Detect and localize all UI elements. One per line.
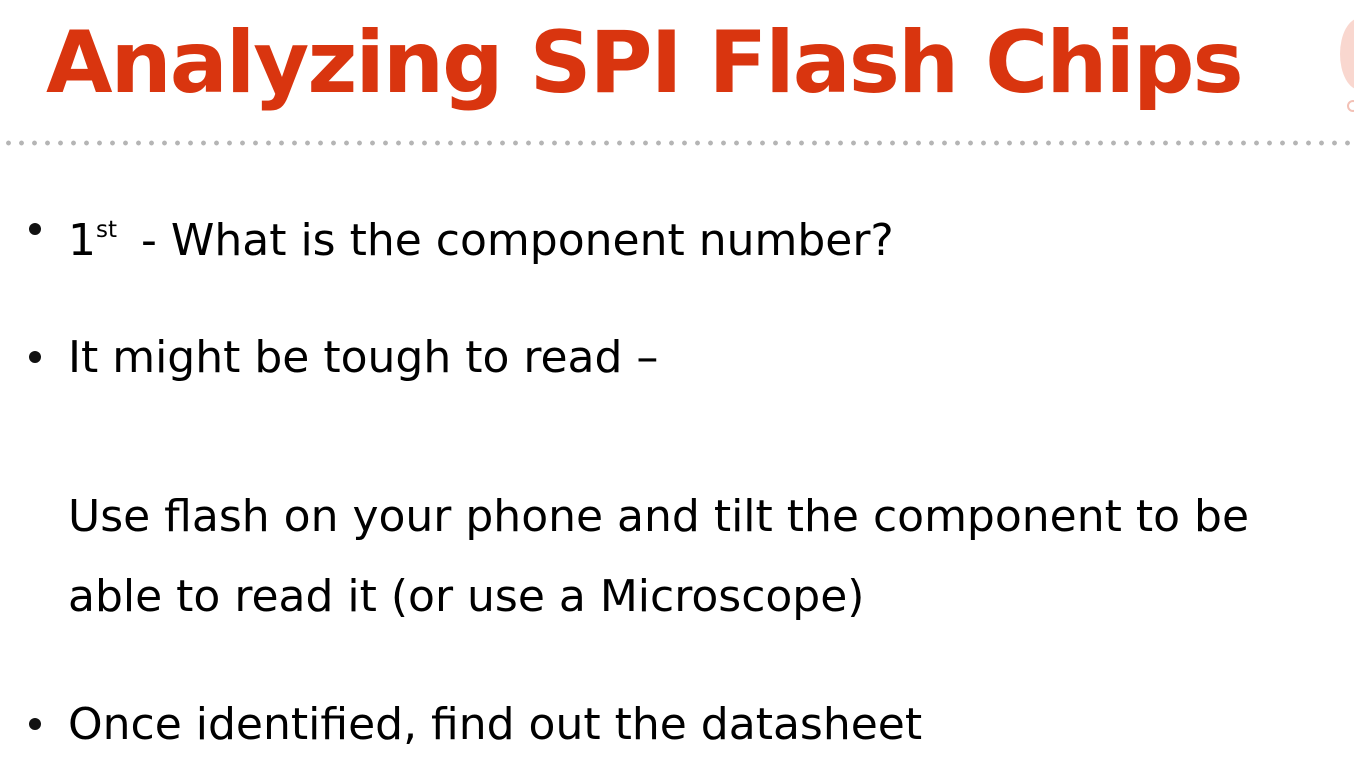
bullet-dot: [29, 223, 41, 235]
bullet-number: 1: [68, 215, 96, 266]
sub-paragraph-line-1: Use flash on your phone and tilt the com…: [68, 491, 1250, 542]
sub-paragraph-line-2: able to read it (or use a Microscope): [68, 571, 865, 622]
slide: Analyzing SPI Flash Chips 1st - What is …: [0, 0, 1354, 778]
bullet-text: 1st - What is the component number?: [68, 200, 894, 271]
corner-decoration-dot: [1347, 100, 1354, 112]
bullet-superscript: st: [96, 217, 118, 243]
corner-decoration: [1340, 18, 1354, 90]
bullet-dot: [29, 351, 41, 363]
slide-title: Analyzing SPI Flash Chips: [46, 13, 1244, 113]
bullet-text: It might be tough to read –: [68, 332, 659, 383]
bullet-body: - What is the component number?: [127, 215, 894, 266]
bullet-dot: [29, 718, 41, 730]
dotted-divider: [0, 140, 1354, 146]
bullet-text: Once identified, find out the datasheet: [68, 699, 923, 750]
